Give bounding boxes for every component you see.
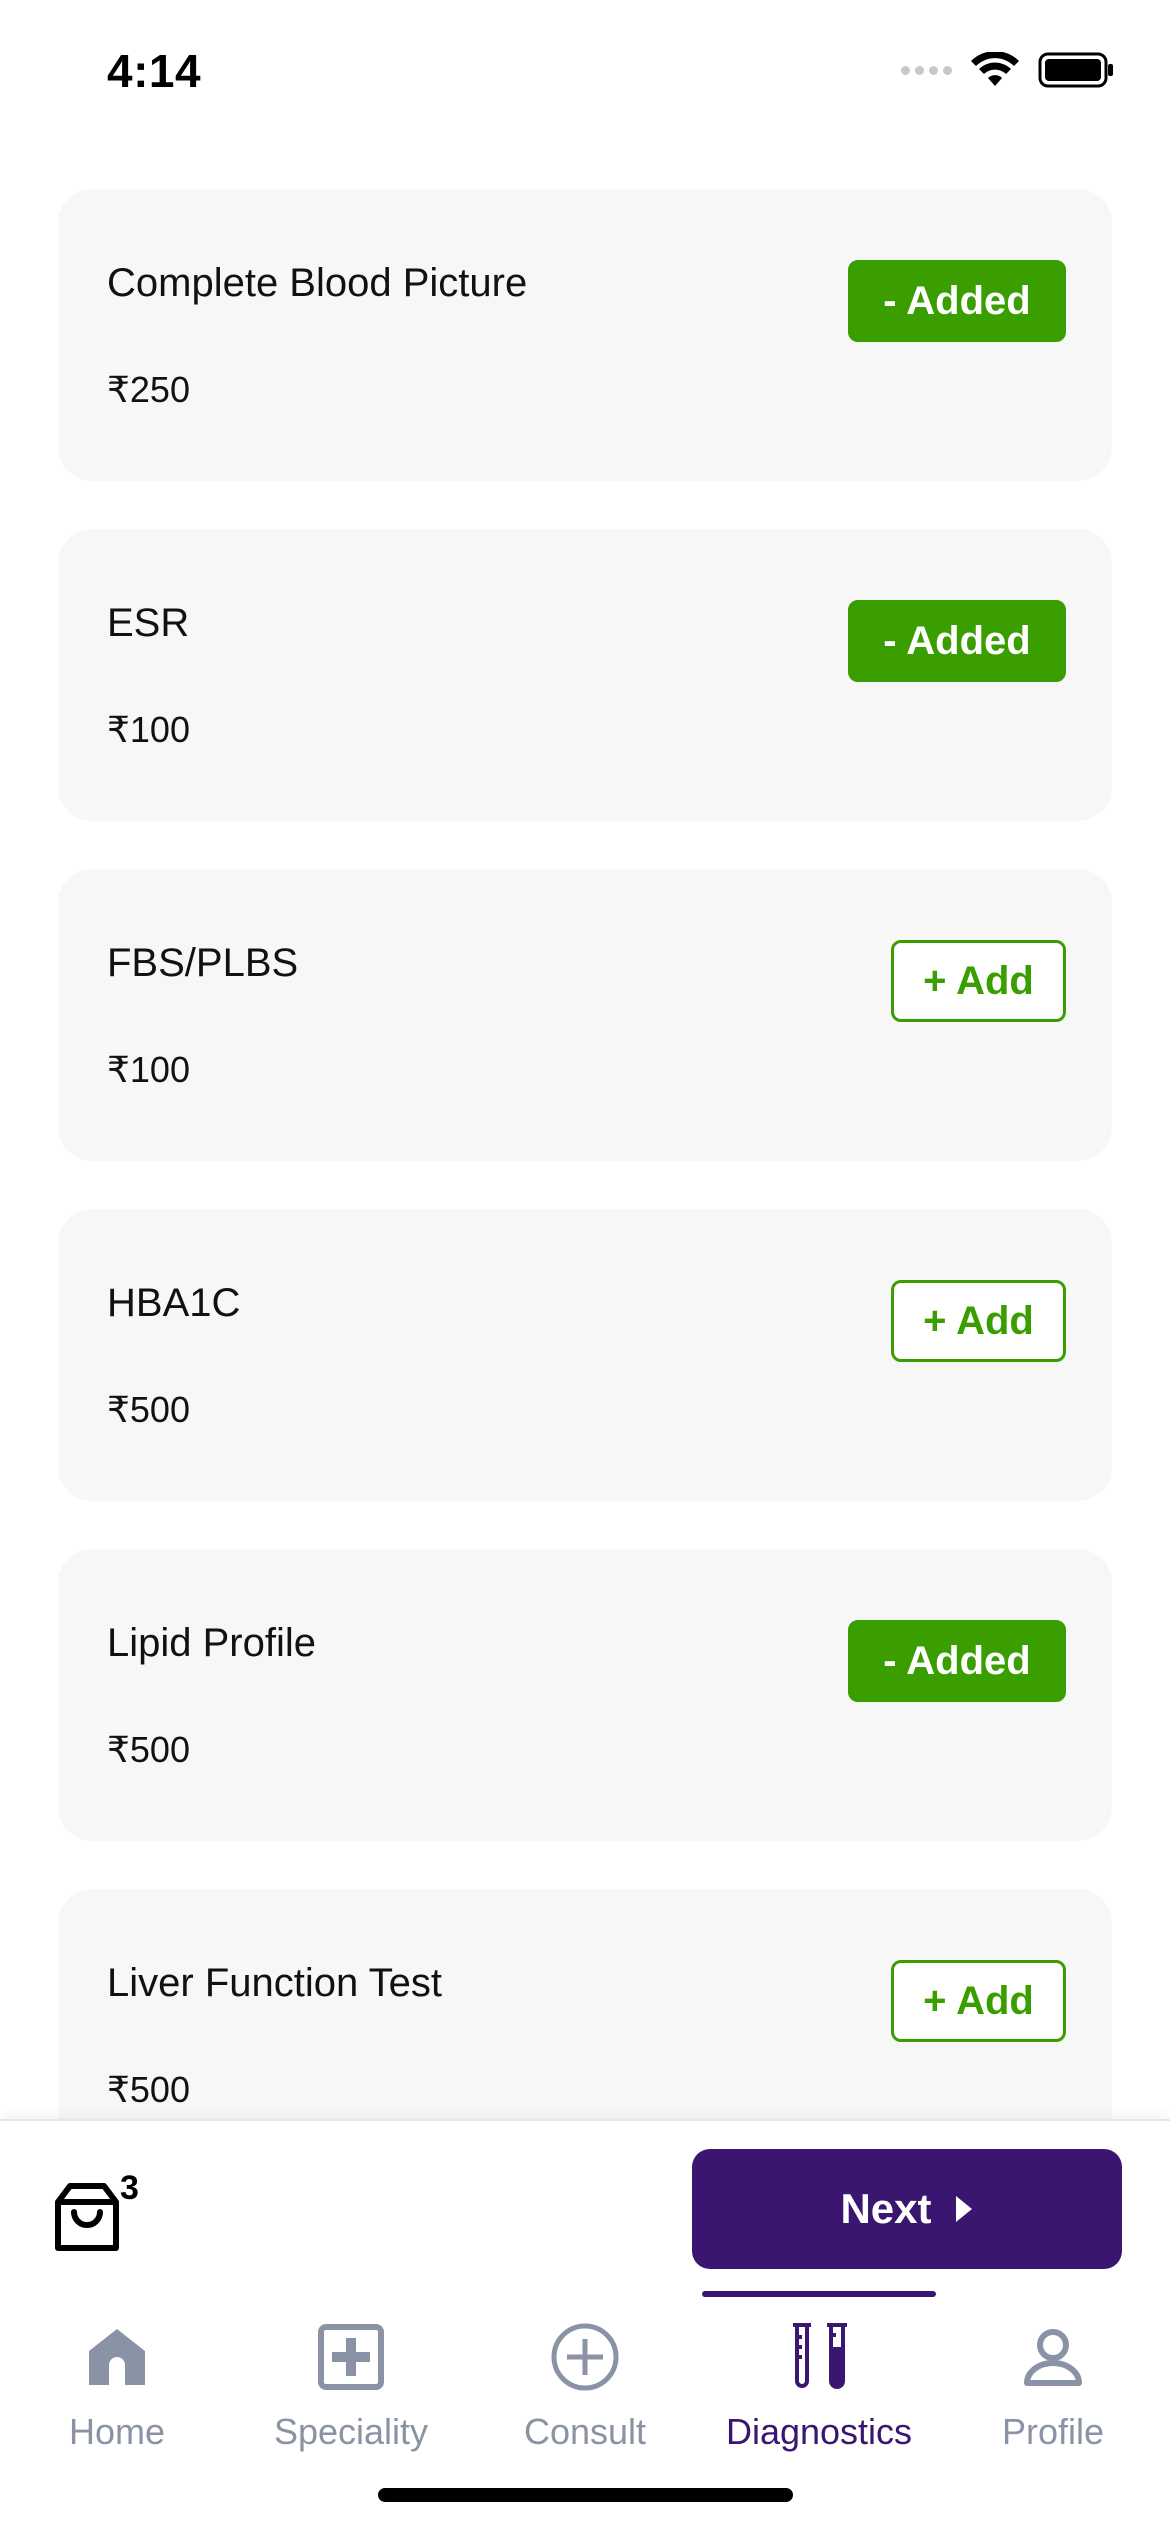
cellular-signal-icon (901, 65, 952, 75)
caret-right-icon (955, 2196, 972, 2222)
tab-profile[interactable]: Profile (936, 2321, 1170, 2471)
person-icon (1024, 2329, 1082, 2386)
tab-label: Diagnostics (725, 2411, 913, 2452)
add-test-button[interactable]: + Add (891, 1960, 1066, 2042)
test-name: Liver Function Test (107, 1961, 442, 2005)
test-card: Complete Blood Picture ₹250 - Added (58, 189, 1112, 481)
test-price: ₹500 (107, 1389, 190, 1430)
next-button[interactable]: Next (692, 2149, 1122, 2269)
tab-label: Speciality (273, 2411, 429, 2452)
status-icons (901, 52, 1114, 88)
status-bar: 4:14 (0, 0, 1170, 150)
test-name: Lipid Profile (107, 1621, 317, 1665)
test-card: Lipid Profile ₹500 - Added (58, 1549, 1112, 1841)
test-card: ESR ₹100 - Added (58, 529, 1112, 821)
next-button-label: Next (840, 2185, 932, 2232)
battery-icon (1038, 52, 1113, 88)
remove-test-button[interactable]: - Added (848, 600, 1066, 682)
wifi-icon (971, 52, 1019, 86)
test-price: ₹500 (107, 1729, 190, 1770)
add-test-button[interactable]: + Add (891, 940, 1066, 1022)
test-price: ₹250 (107, 369, 190, 410)
tab-speciality[interactable]: Speciality (234, 2321, 468, 2471)
test-list[interactable]: Complete Blood Picture ₹250 - Added ESR … (58, 189, 1112, 2119)
plus-circle-icon (551, 2323, 619, 2391)
test-price: ₹500 (107, 2069, 190, 2110)
tab-diagnostics[interactable]: Diagnostics (702, 2321, 936, 2471)
test-price: ₹100 (107, 1049, 190, 1090)
test-name: HBA1C (107, 1281, 241, 1325)
add-test-button[interactable]: + Add (891, 1280, 1066, 1362)
home-icon (89, 2329, 145, 2385)
remove-test-button[interactable]: - Added (848, 260, 1066, 342)
tab-label: Profile (1001, 2411, 1105, 2452)
test-name: FBS/PLBS (107, 941, 299, 985)
test-card: FBS/PLBS ₹100 + Add (58, 869, 1112, 1161)
tab-label: Consult (523, 2411, 647, 2452)
medical-plus-icon (318, 2324, 384, 2390)
test-name: ESR (107, 601, 190, 645)
remove-test-button[interactable]: - Added (848, 1620, 1066, 1702)
tab-label: Home (68, 2411, 166, 2452)
cart-count-badge: 3 (120, 2169, 139, 2207)
test-price: ₹100 (107, 709, 190, 750)
test-name: Complete Blood Picture (107, 261, 528, 305)
test-tubes-icon (793, 2323, 847, 2389)
active-tab-indicator (702, 2291, 936, 2297)
cart-action-bar: 3 Next (0, 2119, 1170, 2291)
status-time: 4:14 (107, 45, 202, 97)
test-card: HBA1C ₹500 + Add (58, 1209, 1112, 1501)
tab-home[interactable]: Home (0, 2321, 234, 2471)
test-card: Liver Function Test ₹500 + Add (58, 1889, 1112, 2119)
home-indicator[interactable] (378, 2488, 793, 2502)
tab-consult[interactable]: Consult (468, 2321, 702, 2471)
